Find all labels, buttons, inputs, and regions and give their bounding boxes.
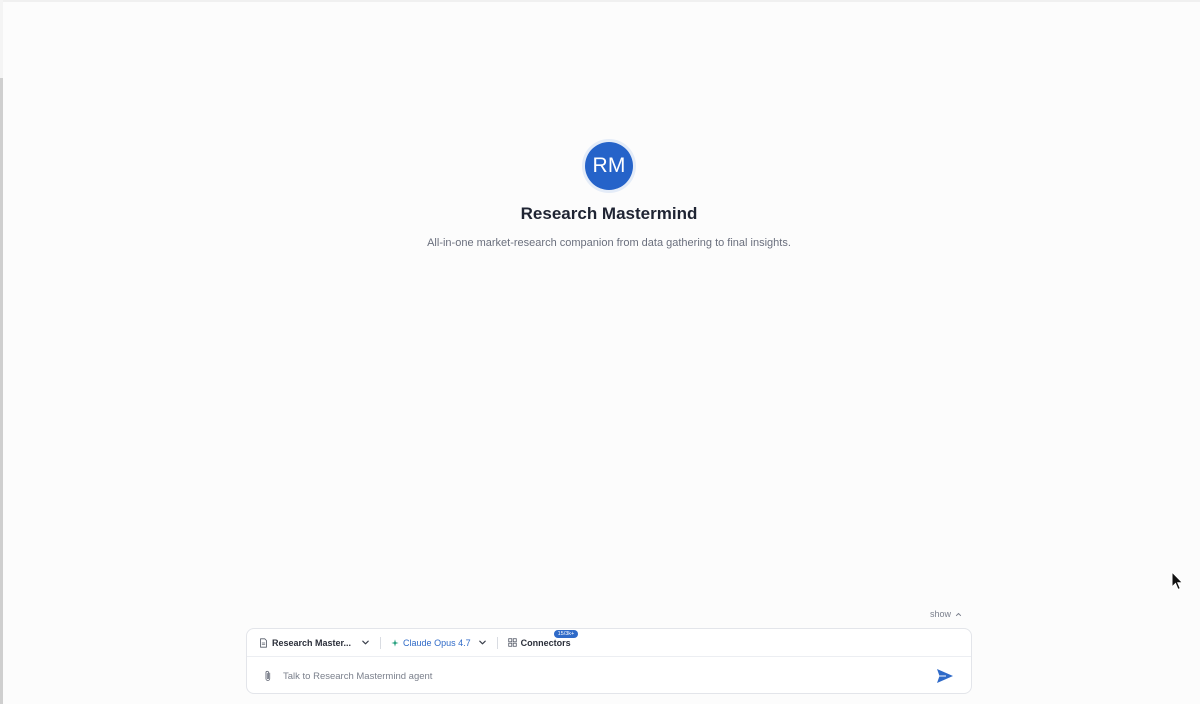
- connectors-label: Connectors: [520, 637, 571, 648]
- model-selector[interactable]: Claude Opus 4.7: [391, 633, 487, 653]
- composer-input-row: [247, 658, 971, 694]
- toolbar-divider: [380, 636, 382, 649]
- chevron-down-icon: [362, 640, 369, 645]
- chat-composer: Research Master... Claude Opus 4.7 Conne…: [246, 628, 972, 694]
- app-viewport: RM Research Mastermind All-in-one market…: [0, 0, 1200, 704]
- chevron-up-icon: [955, 612, 962, 616]
- model-selector-label: Claude Opus 4.7: [403, 637, 471, 648]
- avatar-initials: RM: [592, 154, 626, 177]
- top-divider: [0, 0, 1200, 2]
- agent-selector-label: Research Master...: [272, 637, 352, 648]
- composer-toolbar: Research Master... Claude Opus 4.7 Conne…: [247, 629, 971, 657]
- agent-hero: RM Research Mastermind All-in-one market…: [300, 142, 918, 249]
- message-input[interactable]: [283, 670, 935, 682]
- send-button[interactable]: [935, 666, 955, 686]
- sparkle-icon: [391, 638, 399, 647]
- agent-description: All-in-one market-research companion fro…: [427, 237, 791, 249]
- left-edge-top: [0, 0, 3, 78]
- mouse-pointer-icon: [1171, 571, 1184, 591]
- grid-icon: [507, 638, 517, 647]
- connectors-button[interactable]: Connectors 15/3k+: [507, 629, 579, 653]
- agent-selector[interactable]: Research Master...: [259, 633, 370, 653]
- left-scroll-edge: [0, 78, 3, 704]
- send-icon: [937, 669, 953, 683]
- document-icon: [260, 637, 267, 648]
- agent-avatar: RM: [585, 142, 633, 190]
- paperclip-icon[interactable]: [263, 670, 273, 682]
- show-toggle[interactable]: show: [930, 607, 962, 621]
- connectors-count-badge: 15/3k+: [553, 629, 579, 638]
- chevron-down-icon: [478, 640, 486, 645]
- toolbar-divider: [496, 636, 498, 649]
- show-toggle-label: show: [930, 609, 952, 619]
- agent-title: Research Mastermind: [520, 204, 698, 223]
